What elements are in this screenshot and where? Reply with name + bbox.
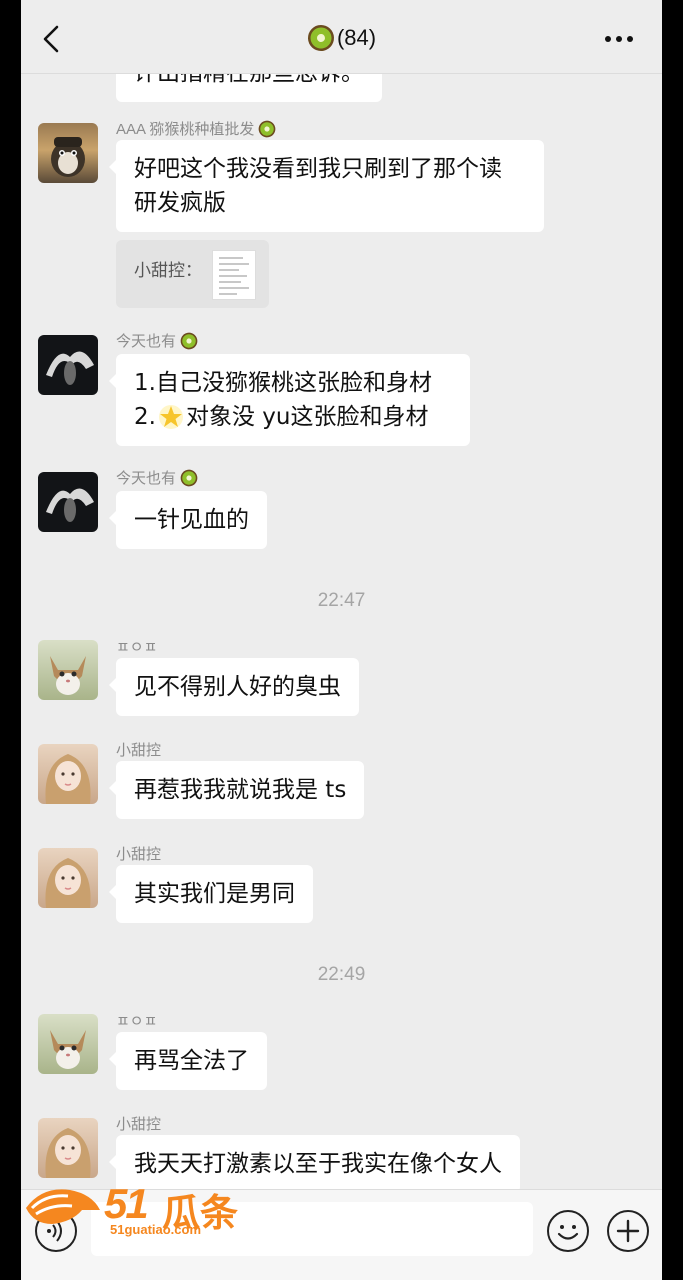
message-list[interactable]: 评出指精在那些忠诉。 AAA 猕猴桃种植批发 好吧这个我没看到 [21,74,662,1189]
watermark-fish-icon [26,1189,100,1224]
glowing-star-icon [158,404,184,430]
emoji-button[interactable] [547,1210,589,1252]
watermark-number: 51 [104,1180,149,1227]
avatar[interactable] [38,848,98,908]
quote-thumbnail [212,250,256,300]
sender-name: 今天也有 [116,330,198,351]
message-bubble[interactable]: 见不得别人好的臭虫 [109,658,359,716]
avatar[interactable] [38,472,98,532]
avatar[interactable] [38,1014,98,1074]
kiwi-icon [176,465,201,490]
sender-name: 小甜控 [116,742,162,759]
avatar[interactable] [38,640,98,700]
more-button[interactable] [604,30,634,42]
message-bubble[interactable]: 再骂全法了 [109,1032,267,1090]
plus-button[interactable] [607,1210,649,1252]
message-bubble[interactable]: 再惹我我就说我是 ts [108,761,365,819]
message-bubble[interactable]: 1.自己没猕猴桃这张脸和身材 2. 对象没 yu这张脸和身材 [109,354,470,446]
quote-label: 小甜控： [134,261,202,281]
avatar[interactable] [38,1118,98,1178]
more-dots-icon [605,36,633,42]
watermark-logo: 51 瓜条 51guatiao.com [22,1180,242,1240]
sender-name: ㅍㅇㅍ [116,1013,158,1030]
chat-header: (84) [21,0,662,74]
timestamp: 22:47 [317,590,366,611]
watermark-url: 51guatiao.com [110,1222,202,1237]
sender-name: 小甜控 [116,1116,162,1133]
sender-name: 小甜控 [116,846,162,863]
smiley-icon [557,1225,579,1240]
avatar[interactable] [38,335,98,395]
avatar[interactable] [38,123,98,183]
message-bubble[interactable]: 好吧这个我没看到我只刷到了那个读 研发疯版 [109,140,544,232]
chat-title: (84) [21,24,662,52]
sender-name: AAA 猕猴桃种植批发 [116,118,276,139]
plus-icon [616,1219,640,1243]
message-bubble[interactable]: 一针见血的 [109,491,267,549]
chat-screen: (84) 评出指精在那些忠诉。 [21,0,662,1280]
kiwi-icon [176,328,201,353]
sender-name: 今天也有 [116,467,198,488]
message-bubble[interactable]: 评出指精在那些忠诉。 [116,74,382,102]
message-bubble[interactable]: 其实我们是男同 [109,865,313,923]
kiwi-icon [301,19,340,58]
avatar[interactable] [38,744,98,804]
member-count: (84) [336,25,377,50]
kiwi-icon [255,116,280,141]
sender-name: ㅍㅇㅍ [116,639,158,656]
timestamp: 22:49 [317,964,366,985]
quoted-message[interactable]: 小甜控： [116,240,269,308]
